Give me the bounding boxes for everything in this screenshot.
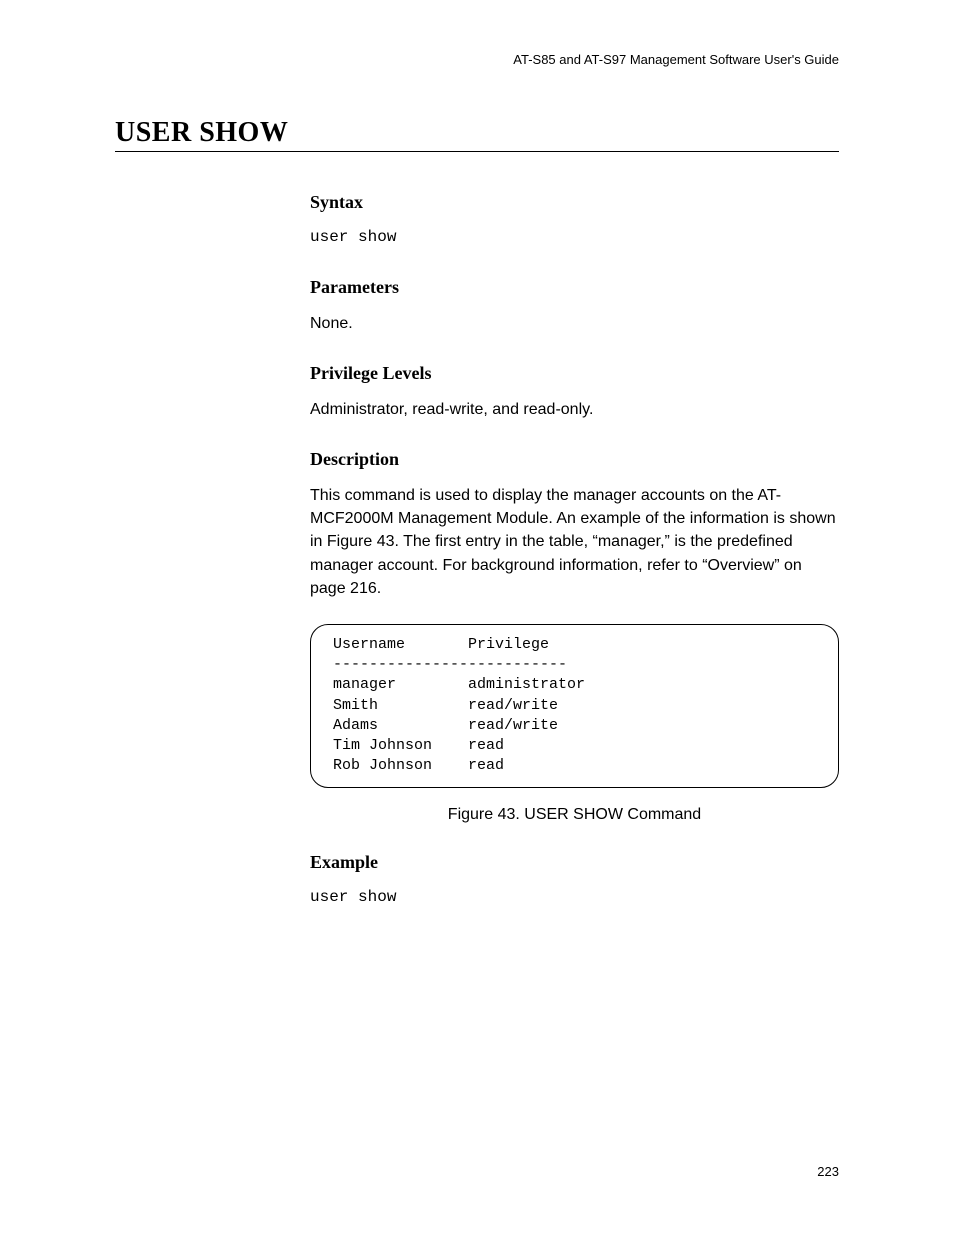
page-number: 223 (817, 1164, 839, 1179)
figure-caption: Figure 43. USER SHOW Command (310, 806, 839, 824)
description-text: This command is used to display the mana… (310, 484, 839, 600)
syntax-heading: Syntax (310, 192, 839, 213)
description-heading: Description (310, 449, 839, 470)
parameters-text: None. (310, 312, 839, 335)
privilege-heading: Privilege Levels (310, 363, 839, 384)
content-block: Syntax user show Parameters None. Privil… (310, 192, 839, 908)
example-code: user show (310, 887, 839, 909)
example-heading: Example (310, 852, 839, 873)
parameters-heading: Parameters (310, 277, 839, 298)
section-title: USER SHOW (115, 117, 839, 152)
running-header: AT-S85 and AT-S97 Management Software Us… (115, 52, 839, 67)
page: AT-S85 and AT-S97 Management Software Us… (0, 0, 954, 1235)
privilege-text: Administrator, read-write, and read-only… (310, 398, 839, 421)
syntax-code: user show (310, 227, 839, 249)
output-lines: Username Privilege ---------------------… (333, 635, 816, 777)
output-box: Username Privilege ---------------------… (310, 624, 839, 788)
